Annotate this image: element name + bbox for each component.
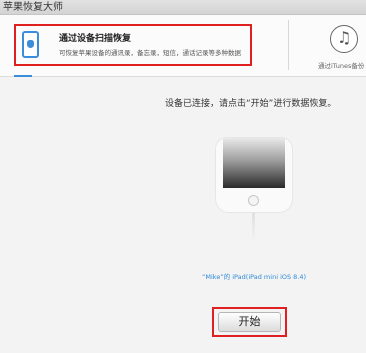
home-button-icon	[248, 195, 259, 206]
start-button-highlight: 开始	[212, 307, 287, 337]
window-title: 苹果恢复大师	[3, 2, 63, 13]
cable-icon	[252, 213, 255, 243]
status-message: 设备已连接，请点击“开始”进行数据恢复。	[165, 99, 337, 109]
mode-device-scan[interactable]: 通过设备扫描恢复 可恢复苹果设备的通讯录，备忘录，短信，通话记录等多种数据	[14, 24, 252, 66]
ipad-apple-icon	[22, 31, 39, 58]
device-illustration	[215, 137, 293, 213]
music-note-icon: ♫	[330, 25, 358, 53]
device-name-label: “Mike”的 iPad(iPad mini iOS 8.4)	[202, 273, 307, 281]
mode-divider	[288, 20, 289, 70]
recovery-mode-bar: 通过设备扫描恢复 可恢复苹果设备的通讯录，备忘录，短信，通话记录等多种数据 ♫ …	[0, 15, 366, 77]
main-panel	[0, 78, 366, 353]
mode-device-scan-description: 可恢复苹果设备的通讯录，备忘录，短信，通话记录等多种数据	[59, 49, 241, 57]
active-mode-indicator	[14, 75, 32, 77]
mode-itunes-backup[interactable]: ♫ 通过iTunes备份	[318, 25, 366, 77]
device-screen	[223, 138, 285, 188]
start-button[interactable]: 开始	[218, 312, 281, 332]
title-bar: 苹果恢复大师	[0, 0, 366, 15]
mode-device-scan-title: 通过设备扫描恢复	[59, 34, 132, 44]
mode-itunes-label: 通过iTunes备份	[318, 62, 365, 70]
